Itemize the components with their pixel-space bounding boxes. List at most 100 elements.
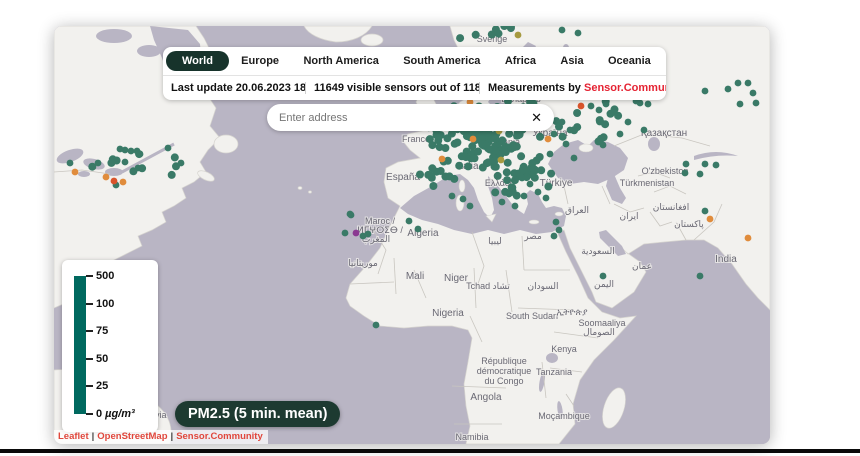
sensor-dot[interactable] — [724, 85, 732, 93]
sensor-dot[interactable] — [701, 207, 709, 215]
sensor-dot[interactable] — [520, 192, 528, 200]
sensor-dot[interactable] — [552, 218, 560, 226]
sensor-dot[interactable] — [624, 118, 632, 126]
sensor-dot[interactable] — [455, 161, 464, 170]
sensor-dot[interactable] — [510, 176, 519, 185]
sensor-dot[interactable] — [544, 182, 553, 191]
sensor-dot[interactable] — [518, 174, 526, 182]
sensor-dot[interactable] — [364, 230, 372, 238]
sensor-dot[interactable] — [405, 217, 413, 225]
sensor-dot[interactable] — [534, 188, 542, 196]
sensor-dot[interactable] — [542, 194, 550, 202]
search-input[interactable] — [277, 110, 530, 125]
sensor-dot[interactable] — [701, 160, 709, 168]
sensor-dot[interactable] — [744, 234, 752, 242]
sensor-dot[interactable] — [448, 192, 456, 200]
sensor-dot[interactable] — [372, 321, 380, 329]
sensor-dot[interactable] — [441, 144, 450, 152]
sensor-dot[interactable] — [749, 89, 757, 97]
sensor-dot[interactable] — [167, 170, 176, 179]
sensor-dot[interactable] — [706, 215, 714, 223]
sensor-dot[interactable] — [66, 159, 74, 167]
sensor-dot[interactable] — [471, 30, 480, 39]
sensor-dot[interactable] — [102, 173, 110, 181]
sensor-dot[interactable] — [566, 126, 574, 134]
sensor-dot[interactable] — [352, 229, 360, 237]
sensor-dot[interactable] — [456, 34, 465, 43]
sensor-dot[interactable] — [416, 170, 424, 179]
sensor-dot[interactable] — [470, 154, 479, 163]
sensor-dot[interactable] — [502, 168, 511, 177]
sensor-dot[interactable] — [599, 272, 607, 280]
sensor-dot[interactable] — [752, 99, 760, 107]
sensor-dot[interactable] — [550, 232, 558, 240]
attribution-link-sensor-community[interactable]: Sensor.Community — [176, 431, 263, 442]
pm25-mode-badge[interactable]: PM2.5 (5 min. mean) — [175, 401, 341, 427]
sensor-dot[interactable] — [136, 150, 144, 158]
tab-africa[interactable]: Africa — [493, 52, 549, 70]
sensor-dot[interactable] — [536, 132, 544, 141]
sensor-dot[interactable] — [555, 226, 563, 234]
sensor-dot[interactable] — [464, 162, 473, 171]
sensor-dot[interactable] — [414, 225, 422, 233]
sensor-dot[interactable] — [429, 182, 438, 190]
sensor-dot[interactable] — [164, 144, 172, 152]
sensor-dot[interactable] — [558, 26, 566, 34]
sensor-dot[interactable] — [121, 158, 129, 166]
attribution-link-openstreetmap[interactable]: OpenStreetMap — [97, 431, 167, 442]
sensor-dot[interactable] — [478, 140, 487, 149]
sensor-dot[interactable] — [428, 141, 437, 150]
sensor-dot[interactable] — [696, 170, 704, 178]
sensor-dot[interactable] — [469, 135, 477, 143]
sensor-dot[interactable] — [508, 183, 517, 192]
tab-world[interactable]: World — [166, 51, 229, 71]
sensor-dot[interactable] — [640, 126, 648, 134]
sensor-dot[interactable] — [494, 29, 503, 38]
sensor-dot[interactable] — [681, 169, 689, 177]
sensor-dot[interactable] — [94, 159, 102, 167]
sensor-dot[interactable] — [459, 195, 467, 203]
sensor-dot[interactable] — [71, 168, 79, 176]
sensor-dot[interactable] — [503, 158, 512, 167]
sensor-dot[interactable] — [438, 155, 446, 163]
sensor-dot[interactable] — [616, 130, 624, 138]
sensor-dot[interactable] — [547, 169, 556, 178]
sensor-dot[interactable] — [428, 164, 437, 173]
sensor-dot[interactable] — [445, 172, 454, 181]
sensor-dot[interactable] — [491, 188, 500, 197]
sensor-dot[interactable] — [599, 141, 607, 149]
sensor-dot[interactable] — [574, 29, 582, 37]
sensor-dot[interactable] — [177, 159, 185, 167]
sensor-dot[interactable] — [514, 31, 522, 39]
sensor-dot[interactable] — [498, 198, 506, 206]
sensor-dot[interactable] — [736, 100, 744, 108]
sensor-dot[interactable] — [491, 146, 500, 155]
sensor-dot[interactable] — [487, 30, 496, 39]
brand-link[interactable]: Sensor.Community — [584, 82, 666, 94]
sensor-dot[interactable] — [505, 129, 514, 138]
sensor-dot[interactable] — [127, 147, 135, 155]
sensor-dot[interactable] — [110, 177, 118, 185]
sensor-dot[interactable] — [558, 118, 566, 126]
sensor-dot[interactable] — [546, 150, 554, 158]
sensor-dot[interactable] — [595, 116, 604, 125]
sensor-dot[interactable] — [544, 135, 552, 143]
sensor-dot[interactable] — [107, 158, 116, 167]
sensor-dot[interactable] — [119, 178, 127, 186]
sensor-dot[interactable] — [636, 99, 644, 107]
sensor-dot[interactable] — [558, 132, 567, 141]
sensor-dot[interactable] — [744, 79, 752, 87]
sensor-dot[interactable] — [461, 153, 470, 162]
sensor-dot[interactable] — [602, 100, 610, 108]
sensor-dot[interactable] — [562, 140, 570, 148]
sensor-dot[interactable] — [701, 87, 709, 95]
tab-north-america[interactable]: North America — [291, 52, 391, 70]
sensor-dot[interactable] — [427, 171, 436, 180]
sensor-dot[interactable] — [587, 102, 595, 110]
sensor-dot[interactable] — [535, 153, 544, 161]
sensor-dot[interactable] — [505, 190, 513, 198]
sensor-dot[interactable] — [134, 164, 142, 172]
sensor-dot[interactable] — [595, 106, 603, 114]
sensor-dot[interactable] — [511, 202, 519, 210]
sensor-dot[interactable] — [121, 146, 129, 154]
